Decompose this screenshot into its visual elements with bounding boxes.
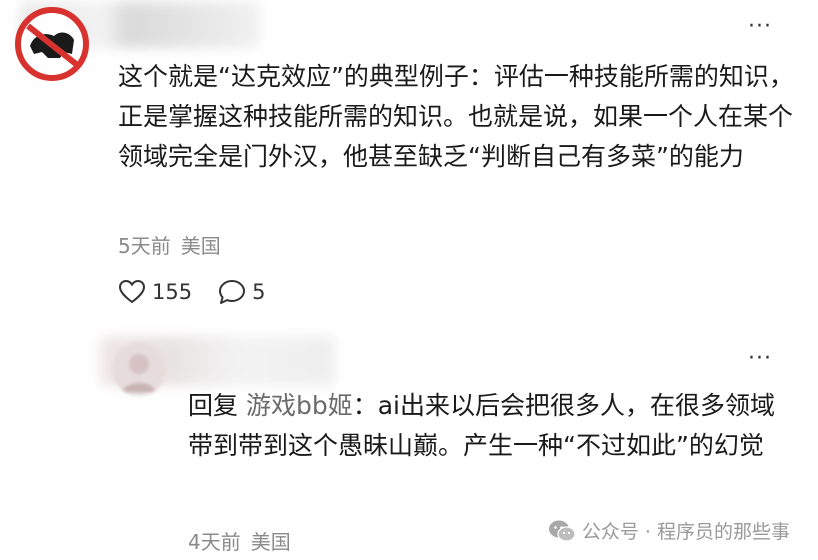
reply-meta: 4天前 美国 xyxy=(188,526,291,555)
comment-bubble-icon xyxy=(219,280,246,304)
comment-text: 这个就是“达克效应”的典型例子：评估一种技能所需的知识，正是掌握这种技能所需的知… xyxy=(118,62,794,171)
watermark: 公众号 · 程序员的那些事 xyxy=(548,517,790,544)
reply-time: 4天前 xyxy=(188,530,241,554)
reply-location: 美国 xyxy=(250,530,291,554)
heart-icon xyxy=(118,279,146,304)
more-options-icon[interactable]: ··· xyxy=(748,16,772,38)
comment-item: ··· 这个就是“达克效应”的典型例子：评估一种技能所需的知识，正是掌握这种技能… xyxy=(0,0,818,330)
more-options-icon[interactable]: ··· xyxy=(748,348,772,370)
avatar[interactable] xyxy=(112,342,166,396)
avatar[interactable] xyxy=(14,6,90,82)
reply-to-username[interactable]: 游戏bb姬 xyxy=(246,391,353,420)
comment-time: 5天前 xyxy=(118,234,171,258)
like-count: 155 xyxy=(152,280,193,304)
watermark-text: 公众号 · 程序员的那些事 xyxy=(581,521,790,543)
no-bull-avatar-icon xyxy=(15,7,89,81)
reply-count: 5 xyxy=(252,280,266,304)
reply-text: 回复 游戏bb姬：ai出来以后会把很多人，在很多领域带到带到这个愚昧山巅。产生一… xyxy=(188,386,788,466)
comment-meta: 5天前 美国 xyxy=(118,230,221,259)
wechat-icon xyxy=(548,520,576,542)
reply-separator: ： xyxy=(352,391,378,420)
comment-location: 美国 xyxy=(180,234,221,258)
comment-actions: 155 5 xyxy=(118,277,265,307)
avatar-image-icon xyxy=(112,342,166,396)
reply-button[interactable]: 5 xyxy=(218,279,265,305)
like-button[interactable]: 155 xyxy=(118,279,192,305)
reply-prefix: 回复 xyxy=(188,391,239,420)
